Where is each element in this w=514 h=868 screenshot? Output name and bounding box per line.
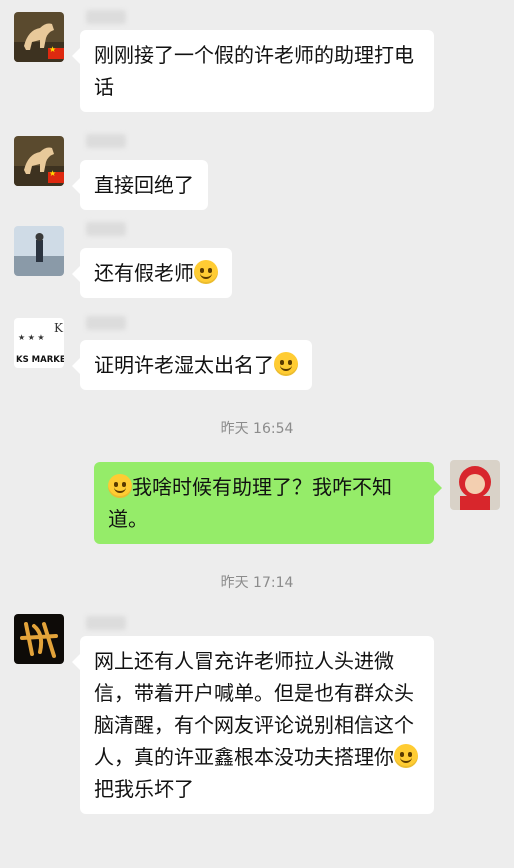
- ks-market-avatar: K ★ ★ ★ KS MARKET: [14, 318, 64, 368]
- message-bubble[interactable]: 还有假老师: [72, 248, 232, 298]
- sender-name-hidden: [86, 316, 126, 330]
- message-text: 网上还有人冒充许老师拉人头进微信，带着开户喊单。但是也有群众头脑清醒，有个网友评…: [94, 649, 414, 769]
- man-seaside-avatar: [14, 226, 64, 276]
- message-bubble[interactable]: 刚刚接了一个假的许老师的助理打电话: [72, 30, 434, 112]
- china-flag-icon: [48, 169, 64, 183]
- child-red-hood-avatar: [450, 460, 500, 510]
- message-bubble[interactable]: 我啥时候有助理了？我咋不知道。: [94, 462, 442, 544]
- sender-name-hidden: [86, 10, 126, 24]
- message-bubble[interactable]: 证明许老湿太出名了: [72, 340, 312, 390]
- sender-name-hidden: [86, 616, 126, 630]
- grinning-emoji-icon: [394, 744, 418, 768]
- laughing-crying-emoji-icon: [194, 260, 218, 284]
- smiling-emoji-icon: [274, 352, 298, 376]
- avatar[interactable]: [14, 226, 64, 276]
- message-text: 证明许老湿太出名了: [94, 353, 274, 377]
- china-flag-icon: [48, 45, 64, 59]
- message-text: 还有假老师: [94, 261, 194, 285]
- calligraphy-avatar: [14, 614, 64, 664]
- medal-emoji-icon: [108, 474, 132, 498]
- timestamp: 昨天 17:14: [220, 575, 294, 591]
- avatar[interactable]: [14, 614, 64, 664]
- svg-text:K: K: [54, 321, 64, 335]
- avatar[interactable]: K ★ ★ ★ KS MARKET: [14, 318, 64, 368]
- message-text: 直接回绝了: [94, 173, 194, 197]
- sender-name-hidden: [86, 222, 126, 236]
- svg-text:★ ★ ★: ★ ★ ★: [18, 333, 45, 342]
- message-bubble[interactable]: 网上还有人冒充许老师拉人头进微信，带着开户喊单。但是也有群众头脑清醒，有个网友评…: [72, 636, 434, 814]
- avatar[interactable]: [450, 460, 500, 510]
- message-text: 我啥时候有助理了？我咋不知道。: [108, 475, 392, 531]
- sender-name-hidden: [86, 134, 126, 148]
- message-text: 刚刚接了一个假的许老师的助理打电话: [94, 43, 414, 99]
- timestamp: 昨天 16:54: [220, 421, 294, 437]
- message-bubble[interactable]: 直接回绝了: [72, 160, 208, 210]
- message-text-tail: 把我乐坏了: [94, 777, 194, 801]
- svg-text:KS MARKET: KS MARKET: [16, 355, 64, 365]
